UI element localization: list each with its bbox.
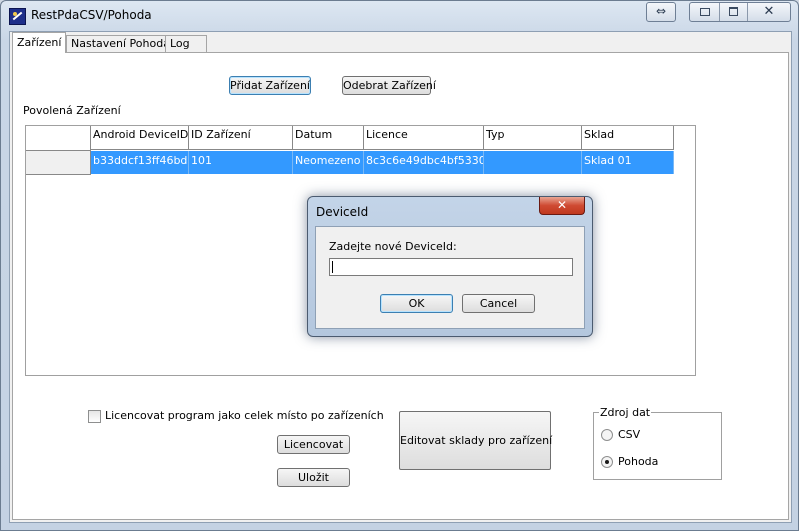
tab-zarizeni[interactable]: Zařízení <box>12 32 67 53</box>
license-whole-program-checkbox[interactable] <box>88 410 101 423</box>
deviceid-input[interactable] <box>329 258 573 276</box>
dialog-title: DeviceId <box>316 205 369 219</box>
close-icon: ✕ <box>763 4 775 19</box>
dual-arrow-button[interactable]: ⇔ <box>646 2 676 22</box>
license-button[interactable]: Licencovat <box>277 435 350 454</box>
tab-strip: Zařízení Nastavení Pohoda Log <box>10 32 791 53</box>
license-whole-program-label: Licencovat program jako celek místo po z… <box>105 409 384 422</box>
radio-pohoda[interactable] <box>601 456 613 468</box>
double-arrow-icon: ⇔ <box>655 4 667 18</box>
radio-csv-label: CSV <box>618 428 641 441</box>
table-cell[interactable]: Neomezeno <box>293 151 364 174</box>
allowed-devices-label: Povolená Zařízení <box>23 104 121 117</box>
dialog-prompt: Zadejte nové DeviceId: <box>329 240 457 253</box>
row-header[interactable] <box>26 151 91 175</box>
radio-csv[interactable] <box>601 429 613 441</box>
ok-button[interactable]: OK <box>380 294 453 313</box>
minimize-button[interactable] <box>690 3 720 21</box>
maximize-icon <box>729 7 738 16</box>
window-title: RestPdaCSV/Pohoda <box>31 8 152 22</box>
close-icon: ✕ <box>556 198 568 212</box>
save-button[interactable]: Uložit <box>277 468 350 487</box>
table-cell[interactable] <box>484 151 582 174</box>
grid-corner <box>26 126 91 151</box>
caption-buttons: ✕ <box>689 2 791 22</box>
remove-device-button[interactable]: Odebrat Zařízení <box>342 76 436 95</box>
column-header-datum[interactable]: Datum <box>293 126 364 150</box>
text-caret <box>332 261 333 273</box>
add-device-button[interactable]: Přidat Zařízení <box>229 76 311 95</box>
column-header-sklad[interactable]: Sklad <box>582 126 674 150</box>
data-source-group <box>593 412 722 480</box>
dialog-body: Zadejte nové DeviceId: OK Cancel <box>315 226 585 329</box>
table-cell[interactable]: b33ddcf13ff46bdc <box>91 151 189 174</box>
table-cell[interactable]: 101 <box>189 151 293 174</box>
column-header-id-zarizeni[interactable]: ID Zařízení <box>189 126 293 150</box>
title-bar[interactable]: RestPdaCSV/Pohoda ⇔ ✕ <box>1 1 798 29</box>
table-cell[interactable]: 8c3c6e49dbc4bf5330ed <box>364 151 484 174</box>
data-source-title: Zdroj dat <box>599 406 652 419</box>
column-header-android-deviceid[interactable]: Android DeviceID <box>91 126 189 150</box>
radio-pohoda-label: Pohoda <box>618 455 659 468</box>
deviceid-dialog: DeviceId ✕ Zadejte nové DeviceId: OK Can… <box>307 196 593 337</box>
edit-warehouses-button[interactable]: Editovat sklady pro zařízení <box>399 411 552 470</box>
tab-nastaveni-pohoda[interactable]: Nastavení Pohoda <box>66 35 175 52</box>
table-cell[interactable]: Sklad 01 <box>582 151 674 174</box>
maximize-button[interactable] <box>720 3 748 21</box>
column-header-typ[interactable]: Typ <box>484 126 582 150</box>
close-button[interactable]: ✕ <box>748 3 790 21</box>
column-header-licence[interactable]: Licence <box>364 126 484 150</box>
tab-log[interactable]: Log <box>165 35 207 52</box>
app-icon <box>9 8 26 25</box>
cancel-button[interactable]: Cancel <box>462 294 535 313</box>
dialog-close-button[interactable]: ✕ <box>539 197 585 215</box>
minimize-icon <box>699 8 710 16</box>
